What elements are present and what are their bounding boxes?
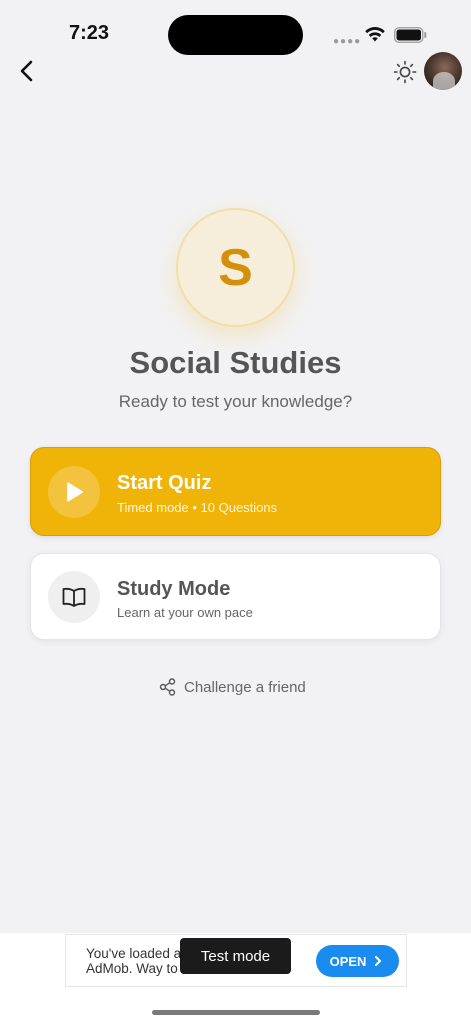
chevron-left-icon: [20, 60, 33, 82]
subject-badge: S: [176, 208, 295, 327]
study-mode-subtitle: Learn at your own pace: [117, 605, 253, 620]
test-mode-toast: Test mode: [180, 938, 291, 974]
wifi-icon: [365, 27, 385, 42]
start-quiz-title: Start Quiz: [117, 472, 212, 494]
status-time: 7:23: [69, 22, 110, 44]
signal-dots-icon: ●●●●: [333, 36, 362, 47]
challenge-friend-link[interactable]: Challenge a friend: [159, 678, 306, 696]
battery-icon: [394, 27, 427, 43]
play-icon: [67, 482, 83, 502]
page-subtitle: Ready to test your knowledge?: [118, 392, 353, 411]
status-bar: 7:23 ●●●●: [0, 0, 471, 60]
study-mode-button[interactable]: Study Mode Learn at your own pace: [30, 553, 441, 640]
chevron-right-icon: [375, 956, 382, 966]
user-avatar[interactable]: [424, 52, 462, 90]
page-title: Social Studies: [129, 345, 342, 380]
ad-open-button[interactable]: OPEN: [316, 945, 399, 977]
start-quiz-button[interactable]: Start Quiz Timed mode • 10 Questions: [30, 447, 441, 536]
start-quiz-subtitle: Timed mode • 10 Questions: [117, 500, 278, 515]
subject-letter: S: [218, 238, 253, 297]
book-open-icon: [62, 587, 86, 607]
ad-open-label: OPEN: [329, 953, 367, 969]
play-icon-wrapper: [48, 466, 100, 518]
share-icon: [159, 678, 176, 696]
back-button[interactable]: [14, 57, 42, 85]
sun-icon: [393, 60, 417, 84]
book-icon-wrapper: [48, 571, 100, 623]
dynamic-island: [168, 15, 303, 55]
study-mode-title: Study Mode: [117, 578, 231, 600]
home-indicator[interactable]: [152, 1010, 320, 1015]
challenge-friend-label: Challenge a friend: [184, 678, 306, 696]
theme-toggle-button[interactable]: [392, 59, 418, 85]
